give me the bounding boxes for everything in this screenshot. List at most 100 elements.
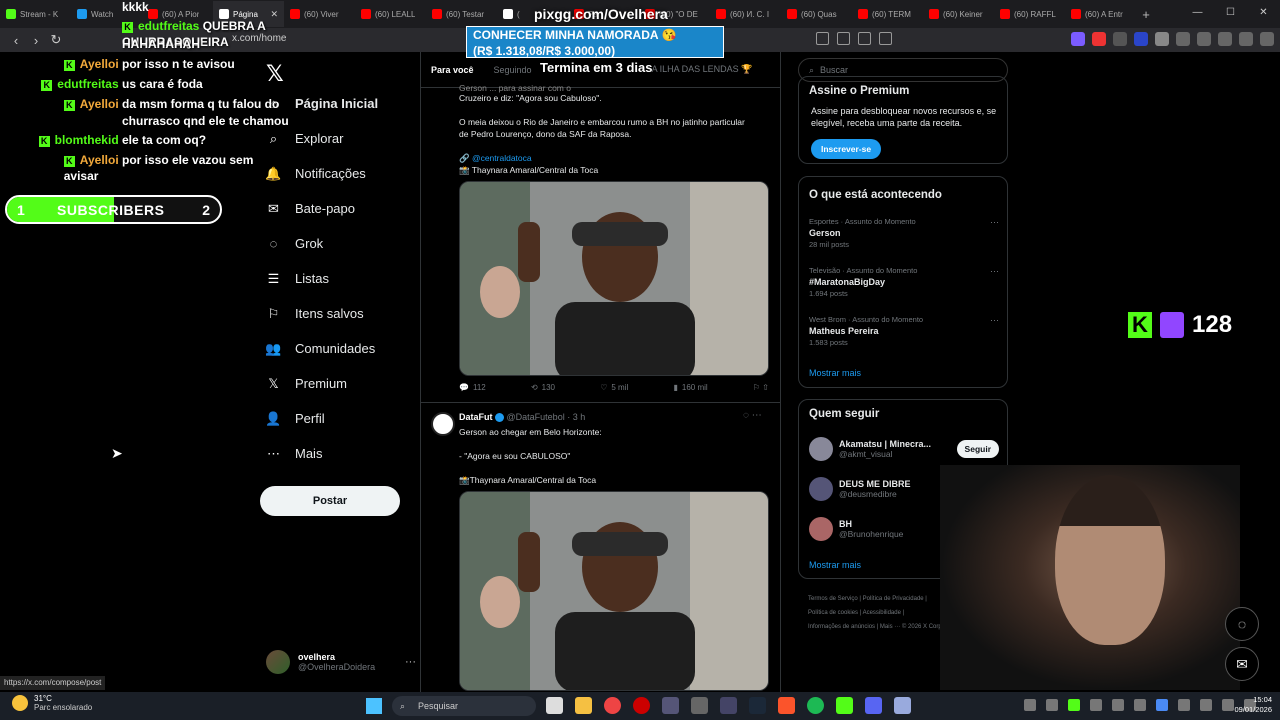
- author-handle[interactable]: @DataFutebol: [507, 412, 565, 422]
- tab-favicon-icon: [290, 9, 300, 19]
- taskbar-search[interactable]: ⌕ Pesquisar: [392, 696, 536, 716]
- nav-item-person[interactable]: 👤 Perfil: [265, 411, 324, 427]
- weather-widget[interactable]: 31°C Parc ensolarado: [12, 694, 92, 712]
- extension-icon[interactable]: [1071, 32, 1085, 46]
- nav-item-bookmark[interactable]: ⚐ Itens salvos: [266, 306, 364, 322]
- suggestion-name[interactable]: Akamatsu | Minecra...: [839, 439, 931, 449]
- nav-item-mail[interactable]: ✉ Bate-papo: [266, 201, 355, 217]
- bluetooth-icon[interactable]: [1156, 699, 1168, 711]
- discord-icon[interactable]: [865, 697, 882, 714]
- browser-tab[interactable]: (60) RAFFL: [994, 1, 1065, 27]
- suggestion-name[interactable]: BH: [839, 519, 903, 529]
- tray-icon[interactable]: [1134, 699, 1146, 711]
- bookmark-page-icon[interactable]: [879, 32, 892, 45]
- tray-icon[interactable]: [1112, 699, 1124, 711]
- music-icon[interactable]: [1197, 32, 1211, 46]
- new-tab-button[interactable]: +: [1136, 7, 1156, 22]
- tweet-image[interactable]: [459, 491, 769, 691]
- opera-icon[interactable]: [633, 697, 650, 714]
- file-explorer-icon[interactable]: [575, 697, 592, 714]
- maximize-icon[interactable]: ☐: [1214, 0, 1247, 28]
- reader-icon[interactable]: [816, 32, 829, 45]
- more-icon[interactable]: ···: [405, 656, 416, 668]
- browser-tab[interactable]: (60) LEALL: [355, 1, 426, 27]
- more-icon[interactable]: ⋯: [990, 217, 999, 228]
- app-icon[interactable]: [720, 697, 737, 714]
- avatar[interactable]: [431, 412, 455, 436]
- system-clock[interactable]: 15:04 09/01/2026: [1224, 695, 1272, 715]
- nav-item-x-premium[interactable]: 𝕏 Premium: [266, 376, 347, 392]
- browser-tab[interactable]: (60) A Entr: [1065, 1, 1136, 27]
- avatar[interactable]: [809, 477, 833, 501]
- grok-icon[interactable]: ◌: [1225, 607, 1259, 641]
- sidebar-icon[interactable]: [1218, 32, 1232, 46]
- bookmark-icon[interactable]: ⚐ ⇧: [753, 383, 769, 392]
- extension-icon[interactable]: [1134, 32, 1148, 46]
- task-view-icon[interactable]: [546, 697, 563, 714]
- tab-list[interactable]: A ILHA DAS LENDAS 🏆: [652, 64, 753, 75]
- like-button[interactable]: ♡ 5 mil: [600, 383, 628, 392]
- app-icon[interactable]: [662, 697, 679, 714]
- spotify-icon[interactable]: [807, 697, 824, 714]
- menu-icon[interactable]: [1260, 32, 1274, 46]
- subscribe-button[interactable]: Inscrever-se: [811, 139, 882, 159]
- browser-tab[interactable]: (60) TERM: [852, 1, 923, 27]
- nav-item-list[interactable]: ☰ Listas: [266, 271, 329, 287]
- tray-icon[interactable]: [1024, 699, 1036, 711]
- follow-button[interactable]: Seguir: [956, 440, 999, 458]
- browser-tab[interactable]: (60) Testar: [426, 1, 497, 27]
- browser-tab[interactable]: (60) Quas: [781, 1, 852, 27]
- windows-start-icon[interactable]: [366, 698, 382, 714]
- chrome-icon[interactable]: [604, 697, 621, 714]
- extension-icon[interactable]: [1113, 32, 1127, 46]
- puzzle-icon[interactable]: [1176, 32, 1190, 46]
- nav-item-more[interactable]: ⋯ Mais: [266, 446, 322, 462]
- reply-button[interactable]: 💬 112: [459, 383, 486, 392]
- tray-icon[interactable]: [1068, 699, 1080, 711]
- show-more-link[interactable]: Mostrar mais: [809, 560, 861, 570]
- tab-for-you[interactable]: Para você: [431, 65, 474, 75]
- nav-item-communities[interactable]: 👥 Comunidades: [265, 341, 375, 357]
- author-name[interactable]: DataFut: [459, 412, 493, 422]
- tray-icon[interactable]: [1046, 699, 1058, 711]
- tweet-image[interactable]: [459, 181, 769, 376]
- browser-tab[interactable]: (60) И. С. I: [710, 1, 781, 27]
- app-icon[interactable]: [691, 697, 708, 714]
- zoom-icon[interactable]: [837, 32, 850, 45]
- app-icon[interactable]: [836, 697, 853, 714]
- repost-button[interactable]: ⟲ 130: [531, 383, 555, 392]
- more-icon[interactable]: ⋯: [990, 315, 999, 326]
- tab-following[interactable]: Seguindo: [494, 65, 532, 75]
- browser-tab[interactable]: (60) Keiner: [923, 1, 994, 27]
- steam-icon[interactable]: [749, 697, 766, 714]
- tab-favicon-icon: [716, 9, 726, 19]
- suggestion-name[interactable]: DEUS ME DIBRE: [839, 479, 911, 489]
- views-button[interactable]: ▮ 160 mil: [673, 383, 707, 392]
- minimize-icon[interactable]: —: [1181, 0, 1214, 28]
- trend-item[interactable]: Televisão · Assunto do Momento #MaratonaB…: [809, 266, 999, 298]
- close-window-icon[interactable]: ✕: [1247, 0, 1280, 28]
- account-switcher[interactable]: ovelhera @OvelheraDoidera ···: [266, 648, 416, 676]
- share-icon[interactable]: [858, 32, 871, 45]
- show-more-link[interactable]: Mostrar mais: [809, 368, 861, 378]
- trend-item[interactable]: West Brom · Assunto do Momento Matheus Pe…: [809, 315, 999, 347]
- extension-icon[interactable]: [1092, 32, 1106, 46]
- trend-item[interactable]: Esportes · Assunto do Momento Gerson 28 mi…: [809, 217, 999, 249]
- wifi-icon[interactable]: [1200, 699, 1212, 711]
- notepad-icon[interactable]: [894, 697, 911, 714]
- tray-icon[interactable]: [1090, 699, 1102, 711]
- brave-icon[interactable]: [778, 697, 795, 714]
- post-button[interactable]: Postar: [260, 486, 400, 516]
- wallet-icon[interactable]: [1239, 32, 1253, 46]
- grok-icon[interactable]: ◌ ⋯: [743, 410, 762, 421]
- extension-icon[interactable]: [1155, 32, 1169, 46]
- grok-icon: ◌: [269, 236, 278, 251]
- messages-icon[interactable]: ✉: [1225, 647, 1259, 681]
- more-icon[interactable]: ⋯: [990, 266, 999, 277]
- nav-item-grok[interactable]: ◌ Grok: [266, 236, 324, 251]
- avatar[interactable]: [809, 517, 833, 541]
- browser-tab[interactable]: (60) Viver: [284, 1, 355, 27]
- avatar[interactable]: [809, 437, 833, 461]
- mic-icon[interactable]: [1178, 699, 1190, 711]
- mention-link[interactable]: @centraldatoca: [472, 153, 532, 163]
